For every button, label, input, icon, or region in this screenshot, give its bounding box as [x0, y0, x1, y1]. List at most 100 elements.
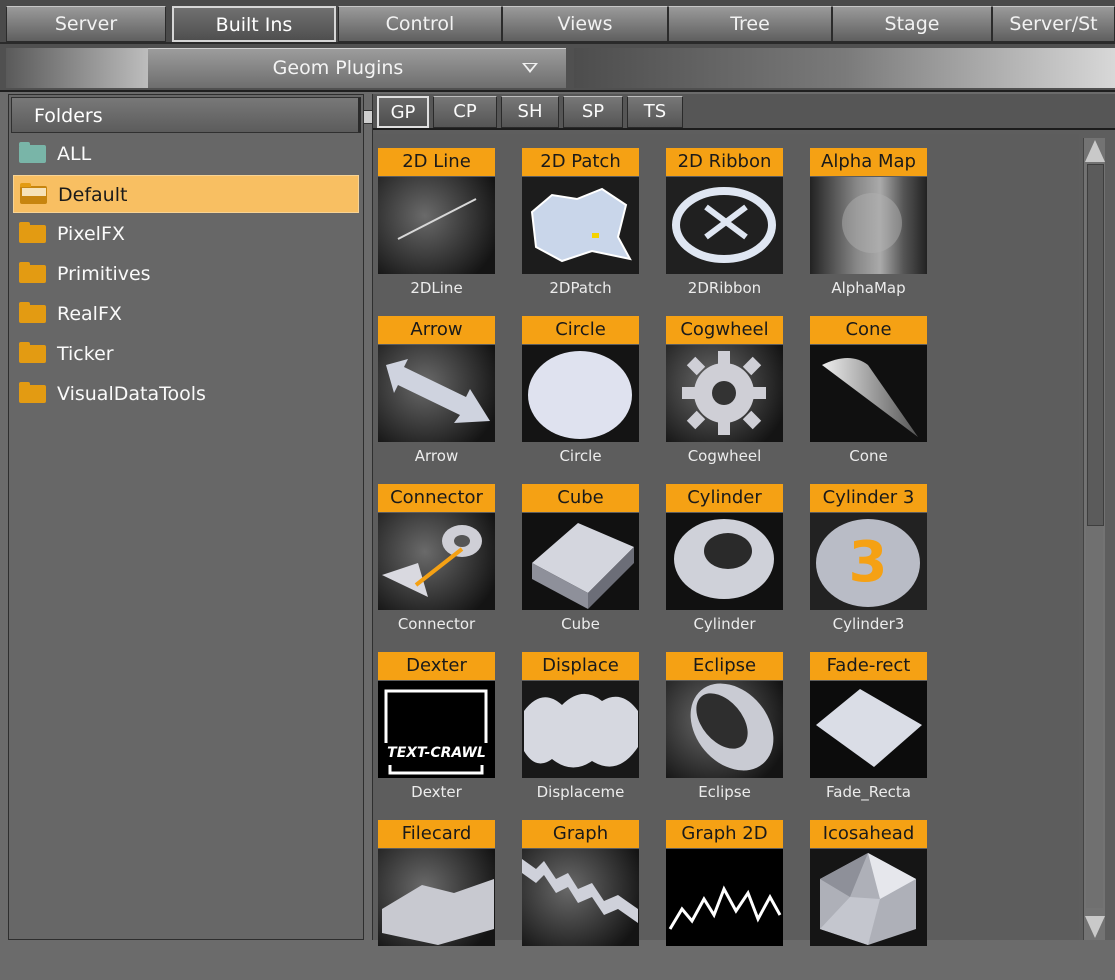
plugin-title: Graph: [522, 820, 639, 848]
plugin-connector[interactable]: Connector Connector: [378, 484, 528, 644]
plugin-title: 2D Ribbon: [666, 148, 783, 176]
plugin-grid: 2D Line 2DLine 2D Patch 2DPatch 2D Ribbo…: [373, 134, 1079, 946]
folder-icon: [19, 342, 46, 363]
alpha-map-icon: [810, 177, 927, 274]
plugin-title: 2D Line: [378, 148, 495, 176]
folder-icon: [19, 262, 46, 283]
plugin-type-dropdown[interactable]: Geom Plugins: [148, 48, 566, 88]
tab-ts[interactable]: TS: [627, 96, 683, 128]
plugin-alpha-map[interactable]: Alpha Map AlphaMap: [810, 148, 960, 308]
plugin-caption: Eclipse: [698, 783, 751, 801]
folder-icon: [19, 222, 46, 243]
plugin-displace[interactable]: Displace Displaceme: [522, 652, 672, 812]
folder-label: Ticker: [57, 343, 114, 365]
graph-2d-icon: [666, 849, 783, 946]
circle-icon: [522, 345, 639, 442]
tab-server[interactable]: Server: [6, 6, 166, 42]
folder-icon: [19, 382, 46, 403]
plugin-caption: Cube: [561, 615, 600, 633]
plugin-caption: Cylinder3: [832, 615, 905, 633]
plugin-eclipse[interactable]: Eclipse Eclipse: [666, 652, 816, 812]
plugin-2d-line[interactable]: 2D Line 2DLine: [378, 148, 528, 308]
scrollbar-thumb[interactable]: [1087, 164, 1104, 526]
tab-cp[interactable]: CP: [433, 96, 497, 128]
plugin-title: Cylinder 3: [810, 484, 927, 512]
cylinder3-icon: 3: [810, 513, 927, 610]
plugin-arrow[interactable]: Arrow Arrow: [378, 316, 528, 476]
plugin-2d-ribbon[interactable]: 2D Ribbon 2DRibbon: [666, 148, 816, 308]
tab-control[interactable]: Control: [338, 6, 502, 42]
plugin-graph[interactable]: Graph: [522, 820, 672, 980]
plugin-title: Eclipse: [666, 652, 783, 680]
tab-sh[interactable]: SH: [501, 96, 559, 128]
dropdown-left-spacer: [6, 48, 148, 88]
dexter-icon: TEXT-CRAWL: [378, 681, 495, 778]
folders-panel: Folders ALL Default PixelFX Primitives R…: [8, 94, 364, 940]
folder-label: Default: [58, 184, 128, 206]
plugin-cylinder-3[interactable]: Cylinder 3 3 Cylinder3: [810, 484, 960, 644]
scroll-down-icon[interactable]: [1085, 916, 1105, 938]
folder-label: Primitives: [57, 263, 151, 285]
plugin-title: 2D Patch: [522, 148, 639, 176]
folder-item-default[interactable]: Default: [13, 175, 359, 213]
plugin-title: Fade-rect: [810, 652, 927, 680]
plugin-2d-patch[interactable]: 2D Patch 2DPatch: [522, 148, 672, 308]
tab-server-st[interactable]: Server/St: [992, 6, 1115, 42]
tab-sp[interactable]: SP: [563, 96, 623, 128]
plugin-title: Icosahead: [810, 820, 927, 848]
plugin-caption: Fade_Recta: [826, 783, 911, 801]
connector-icon: [378, 513, 495, 610]
plugin-caption: Connector: [397, 615, 476, 633]
2d-ribbon-icon: [666, 177, 783, 274]
plugin-caption: Cone: [849, 447, 888, 465]
plugin-circle[interactable]: Circle Circle: [522, 316, 672, 476]
plugin-dexter[interactable]: Dexter TEXT-CRAWL Dexter: [378, 652, 528, 812]
folder-item-all[interactable]: ALL: [13, 135, 359, 173]
tab-stage[interactable]: Stage: [832, 6, 992, 42]
chevron-down-icon: [522, 63, 538, 73]
plugin-title: Filecard: [378, 820, 495, 848]
filecard-icon: [378, 849, 495, 946]
plugin-cogwheel[interactable]: Cogwheel Cogwheel: [666, 316, 816, 476]
folder-icon: [19, 302, 46, 323]
plugin-filecard[interactable]: Filecard: [378, 820, 528, 980]
tab-views[interactable]: Views: [502, 6, 668, 42]
plugin-title: Dexter: [378, 652, 495, 680]
top-tab-bar: Server Built Ins Control Views Tree Stag…: [0, 0, 1115, 44]
plugin-title: Cube: [522, 484, 639, 512]
folder-item-ticker[interactable]: Ticker: [13, 335, 359, 373]
tab-gp[interactable]: GP: [377, 96, 429, 128]
folder-label: VisualDataTools: [57, 383, 206, 405]
plugin-cylinder[interactable]: Cylinder Cylinder: [666, 484, 816, 644]
plugin-caption: 2DPatch: [549, 279, 612, 297]
folder-item-primitives[interactable]: Primitives: [13, 255, 359, 293]
scroll-up-icon[interactable]: [1085, 140, 1105, 162]
arrow-icon: [378, 345, 495, 442]
plugin-title: Displace: [522, 652, 639, 680]
plugin-caption: Cylinder: [693, 615, 756, 633]
open-folder-icon: [20, 183, 47, 204]
plugin-graph-2d[interactable]: Graph 2D: [666, 820, 816, 980]
plugin-icosahead[interactable]: Icosahead: [810, 820, 960, 980]
folder-item-pixelfx[interactable]: PixelFX: [13, 215, 359, 253]
plugin-cube[interactable]: Cube Cube: [522, 484, 672, 644]
plugin-caption: [800, 949, 937, 971]
folder-item-realfx[interactable]: RealFX: [13, 295, 359, 333]
plugin-caption: 2DLine: [410, 279, 463, 297]
folder-label: RealFX: [57, 303, 122, 325]
svg-text:3: 3: [849, 530, 888, 595]
plugin-grid-scrollbar[interactable]: [1083, 138, 1105, 940]
plugin-cone[interactable]: Cone Cone: [810, 316, 960, 476]
folder-item-visualdatatools[interactable]: VisualDataTools: [13, 375, 359, 413]
fade-rect-icon: [810, 681, 927, 778]
plugin-type-label: Geom Plugins: [272, 57, 404, 79]
dexter-thumb-text: TEXT-CRAWL: [387, 745, 486, 761]
plugin-type-row: Geom Plugins: [0, 44, 1115, 92]
tab-tree[interactable]: Tree: [668, 6, 832, 42]
plugin-title: Circle: [522, 316, 639, 344]
plugin-title: Alpha Map: [810, 148, 927, 176]
tab-built-ins[interactable]: Built Ins: [172, 6, 336, 42]
icosahead-icon: [810, 849, 927, 946]
plugin-fade-rect[interactable]: Fade-rect Fade_Recta: [810, 652, 960, 812]
plugin-caption: Displaceme: [536, 783, 625, 801]
